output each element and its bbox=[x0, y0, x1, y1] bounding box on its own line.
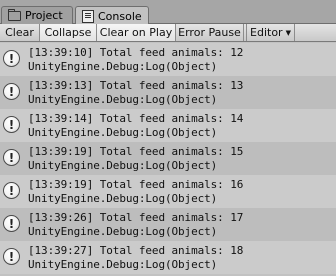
console-icon bbox=[82, 9, 94, 23]
log-message-line2: UnityEngine.Debug:Log(Object) bbox=[28, 60, 218, 73]
log-message-line2: UnityEngine.Debug:Log(Object) bbox=[28, 192, 218, 205]
tab-console[interactable]: Console bbox=[75, 6, 149, 25]
log-message-line1: [13:39:19] Total feed animals: 16 bbox=[28, 178, 244, 191]
log-message-line2: UnityEngine.Debug:Log(Object) bbox=[28, 258, 218, 271]
editor-dropdown-label: Editor bbox=[250, 26, 283, 39]
log-entry[interactable]: ! [13:39:27] Total feed animals: 18 Unit… bbox=[0, 241, 336, 274]
collapse-toggle[interactable]: Collapse bbox=[40, 24, 97, 41]
log-entry[interactable]: ! [13:39:14] Total feed animals: 14 Unit… bbox=[0, 109, 336, 142]
log-entry[interactable]: ! [13:39:19] Total feed animals: 16 Unit… bbox=[0, 175, 336, 208]
log-message-line1: [13:39:10] Total feed animals: 12 bbox=[28, 46, 244, 59]
log-entry[interactable]: ! [13:39:26] Total feed animals: 17 Unit… bbox=[0, 208, 336, 241]
log-message-line2: UnityEngine.Debug:Log(Object) bbox=[28, 93, 218, 106]
warning-icon: ! bbox=[3, 149, 20, 166]
log-message-line1: [13:39:19] Total feed animals: 15 bbox=[28, 145, 244, 158]
dropdown-arrow-icon: ▼ bbox=[285, 28, 291, 37]
warning-icon: ! bbox=[3, 215, 20, 232]
tab-project[interactable]: Project bbox=[1, 6, 73, 24]
console-toolbar: Clear Collapse Clear on Play Error Pause… bbox=[0, 24, 336, 42]
clear-on-play-toggle[interactable]: Clear on Play bbox=[97, 24, 176, 41]
editor-dropdown[interactable]: Editor ▼ bbox=[246, 24, 295, 41]
log-message: [13:39:27] Total feed animals: 18 UnityE… bbox=[28, 244, 243, 272]
log-entry[interactable]: ! [13:39:13] Total feed animals: 13 Unit… bbox=[0, 76, 336, 109]
log-message: [13:39:26] Total feed animals: 17 UnityE… bbox=[28, 211, 243, 239]
warning-icon: ! bbox=[3, 83, 20, 100]
log-entry[interactable]: ! [13:39:19] Total feed animals: 15 Unit… bbox=[0, 142, 336, 175]
warning-icon: ! bbox=[3, 116, 20, 133]
warning-icon: ! bbox=[3, 248, 20, 265]
warning-icon: ! bbox=[3, 50, 20, 67]
log-message: [13:39:19] Total feed animals: 15 UnityE… bbox=[28, 145, 243, 173]
log-message-line1: [13:39:14] Total feed animals: 14 bbox=[28, 112, 244, 125]
tab-bar: Project Console bbox=[0, 0, 336, 25]
log-message-line2: UnityEngine.Debug:Log(Object) bbox=[28, 159, 218, 172]
log-message: [13:39:10] Total feed animals: 12 UnityE… bbox=[28, 46, 243, 74]
folder-icon bbox=[8, 8, 21, 21]
clear-button[interactable]: Clear bbox=[0, 24, 40, 41]
tab-console-label: Console bbox=[98, 9, 142, 23]
log-message-line2: UnityEngine.Debug:Log(Object) bbox=[28, 225, 218, 238]
log-message-line2: UnityEngine.Debug:Log(Object) bbox=[28, 126, 218, 139]
log-message: [13:39:14] Total feed animals: 14 UnityE… bbox=[28, 112, 243, 140]
log-entry[interactable]: ! [13:39:10] Total feed animals: 12 Unit… bbox=[0, 43, 336, 76]
error-pause-toggle[interactable]: Error Pause bbox=[176, 24, 244, 41]
warning-icon: ! bbox=[3, 182, 20, 199]
log-message-line1: [13:39:13] Total feed animals: 13 bbox=[28, 79, 244, 92]
log-message-line1: [13:39:27] Total feed animals: 18 bbox=[28, 244, 244, 257]
log-list: ! [13:39:10] Total feed animals: 12 Unit… bbox=[0, 43, 336, 276]
log-message-line1: [13:39:26] Total feed animals: 17 bbox=[28, 211, 244, 224]
tab-project-label: Project bbox=[25, 9, 63, 22]
log-message: [13:39:13] Total feed animals: 13 UnityE… bbox=[28, 79, 243, 107]
log-message: [13:39:19] Total feed animals: 16 UnityE… bbox=[28, 178, 243, 206]
